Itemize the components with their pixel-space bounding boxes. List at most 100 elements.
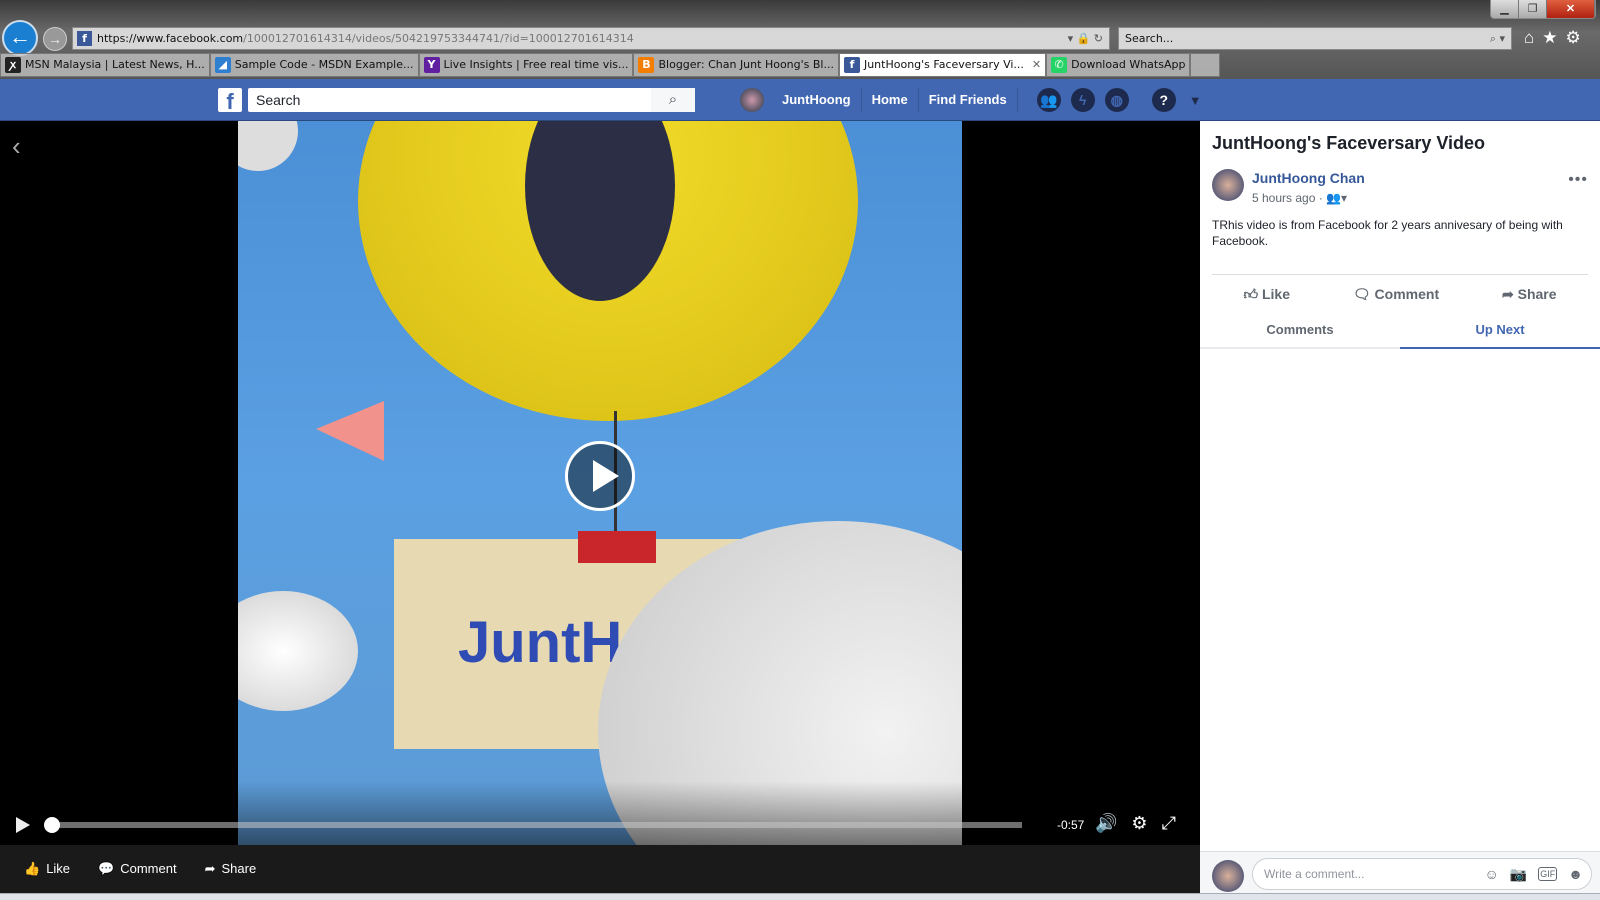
gear-icon[interactable]: ⚙ — [1566, 28, 1581, 48]
seek-handle[interactable] — [44, 817, 60, 833]
search-placeholder: Search... — [1125, 32, 1174, 45]
video-action-bar: 👍 Like 💬 Comment ➦ Share — [0, 845, 1200, 893]
like-button[interactable]: 👍 Like — [24, 861, 70, 877]
browser-tab[interactable]: ✆ Download WhatsApp — [1046, 53, 1191, 77]
tab-label: JuntHoong's Faceversary Vi... — [863, 58, 1024, 71]
home-icon[interactable]: ⌂ — [1524, 28, 1534, 48]
search-icon[interactable]: ⌕ — [651, 88, 695, 112]
play-overlay-button[interactable] — [565, 441, 635, 511]
video-controls: -0:57 🔊 ⚙ ⤢ — [0, 781, 1200, 845]
like-label: Like — [46, 861, 71, 876]
comment-label: Comment — [1374, 285, 1440, 302]
browser-tools: ⌂ ★ ⚙ — [1524, 28, 1581, 48]
msdn-icon: ◢ — [214, 57, 231, 73]
author-name-link[interactable]: JuntHoong Chan — [1252, 170, 1365, 186]
lock-refresh-icon[interactable]: ▾ 🔒 ↻ — [1068, 28, 1103, 49]
url-domain: facebook.com — [165, 32, 244, 45]
favorites-star-icon[interactable]: ★ — [1542, 28, 1557, 48]
browser-search-input[interactable]: Search... ⌕ ▾ — [1118, 27, 1512, 50]
browser-tab[interactable]: ◢ Sample Code - MSDN Example... — [209, 53, 419, 77]
find-friends-link[interactable]: Find Friends — [919, 88, 1018, 112]
browser-tab[interactable]: B Blogger: Chan Junt Hoong's Bl... — [633, 53, 839, 77]
blogger-icon: B — [638, 57, 655, 73]
like-label: Like — [1261, 285, 1290, 302]
new-tab-button[interactable] — [1190, 53, 1221, 77]
search-icon[interactable]: ⌕ ▾ — [1490, 28, 1505, 49]
facebook-favicon-icon: f — [77, 31, 92, 46]
window-controls: ▁ ❐ ✕ — [1490, 0, 1596, 19]
close-window-button[interactable]: ✕ — [1547, 0, 1595, 18]
whatsapp-icon: ✆ — [1051, 57, 1068, 73]
share-label: Share — [1517, 285, 1557, 302]
author-avatar[interactable] — [1212, 169, 1244, 201]
tab-label: Download WhatsApp — [1071, 58, 1186, 71]
cloud-image — [238, 591, 358, 711]
share-label: Share — [221, 861, 257, 876]
share-button[interactable]: ➦ Share — [205, 861, 257, 877]
facebook-search-input[interactable]: Search ⌕ — [248, 88, 695, 112]
friend-requests-icon[interactable]: 👥 — [1036, 88, 1061, 112]
video-description: TRhis video is from Facebook for 2 years… — [1212, 218, 1563, 248]
sign-clip — [578, 531, 656, 563]
profile-link[interactable]: JuntHoong — [772, 88, 862, 112]
comment-label: Comment — [120, 861, 177, 876]
account-menu-chevron-down-icon[interactable]: ▼ — [1189, 93, 1202, 108]
comment-icon: 💬 — [98, 861, 115, 876]
emoji-icon[interactable]: ☺ — [1485, 859, 1499, 889]
facebook-logo-icon[interactable]: f — [218, 88, 242, 114]
gif-icon[interactable]: GIF — [1538, 867, 1558, 881]
browser-chrome: ▁ ❐ ✕ ← → f https://www.facebook.com/100… — [0, 0, 1600, 80]
help-icon[interactable]: ? — [1151, 88, 1176, 112]
cloud-image — [238, 121, 298, 171]
browser-tabs: ꭗ MSN Malaysia | Latest News, H... ◢ Sample… — [0, 53, 1221, 77]
video-info-panel: JuntHoong's Faceversary Video JuntHoong … — [1200, 121, 1600, 893]
volume-icon[interactable]: 🔊 — [1095, 813, 1117, 834]
video-player[interactable]: ‹ JuntHoong -0:57 🔊 ⚙ ⤢ — [0, 121, 1200, 845]
messenger-icon[interactable]: ϟ — [1070, 88, 1095, 112]
comment-button[interactable]: 🗨 Comment — [1353, 286, 1439, 303]
comment-button[interactable]: 💬 Comment — [98, 861, 177, 877]
url-prefix: https://www. — [97, 32, 166, 45]
tab-label: Live Insights | Free real time vis... — [443, 58, 629, 71]
browser-tab[interactable]: Y Live Insights | Free real time vis... — [418, 53, 634, 77]
avatar[interactable] — [740, 88, 764, 112]
camera-icon[interactable]: 📷 — [1510, 859, 1527, 889]
close-tab-icon[interactable]: ✕ — [1032, 58, 1041, 71]
fullscreen-icon[interactable]: ⤢ — [1162, 813, 1176, 834]
like-button[interactable]: 👍︎ Like — [1243, 286, 1290, 303]
share-button[interactable]: ➦ Share — [1502, 286, 1557, 303]
restore-button[interactable]: ❐ — [1519, 0, 1547, 18]
msn-icon: ꭗ — [5, 57, 21, 73]
tab-up-next[interactable]: Up Next — [1400, 313, 1600, 349]
settings-gear-icon[interactable]: ⚙ — [1131, 813, 1147, 834]
post-time[interactable]: 5 hours ago — [1252, 191, 1315, 205]
comment-composer: Write a comment... ☺ 📷 GIF ☻ — [1200, 851, 1600, 893]
tab-label: Sample Code - MSDN Example... — [234, 58, 414, 71]
browser-tab[interactable]: ꭗ MSN Malaysia | Latest News, H... — [0, 53, 210, 77]
top-nav: JuntHoong Home Find Friends 👥 ϟ ◍ ? ▼ — [740, 79, 1202, 121]
browser-tab[interactable]: f JuntHoong's Faceversary Vi... ✕ — [838, 53, 1047, 77]
flag-image — [316, 401, 384, 461]
address-bar[interactable]: f https://www.facebook.com/1000127016143… — [72, 27, 1110, 50]
seek-bar[interactable] — [50, 822, 1022, 828]
status-strip — [0, 893, 1600, 900]
back-button[interactable]: ← — [2, 20, 38, 56]
tab-comments[interactable]: Comments — [1200, 313, 1400, 347]
facebook-header: f Search ⌕ JuntHoong Home Find Friends 👥… — [0, 79, 1600, 121]
balloon-image — [358, 121, 858, 421]
facebook-icon: f — [843, 57, 860, 73]
forward-button[interactable]: → — [43, 27, 67, 51]
previous-chevron-left-icon[interactable]: ‹ — [12, 131, 21, 162]
tab-label: MSN Malaysia | Latest News, H... — [25, 58, 205, 71]
tab-label: Blogger: Chan Junt Hoong's Bl... — [658, 58, 834, 71]
sticker-icon[interactable]: ☻ — [1568, 859, 1583, 889]
separator: · — [1318, 191, 1323, 205]
comment-input[interactable]: Write a comment... ☺ 📷 GIF ☻ — [1252, 858, 1592, 890]
search-placeholder: Search — [256, 92, 301, 108]
minimize-button[interactable]: ▁ — [1491, 0, 1519, 18]
play-button[interactable] — [16, 817, 30, 833]
home-link[interactable]: Home — [862, 88, 919, 112]
more-options-icon[interactable]: ••• — [1568, 171, 1588, 189]
audience-friends-icon[interactable]: 👥▾ — [1326, 191, 1347, 205]
notifications-globe-icon[interactable]: ◍ — [1104, 88, 1129, 112]
